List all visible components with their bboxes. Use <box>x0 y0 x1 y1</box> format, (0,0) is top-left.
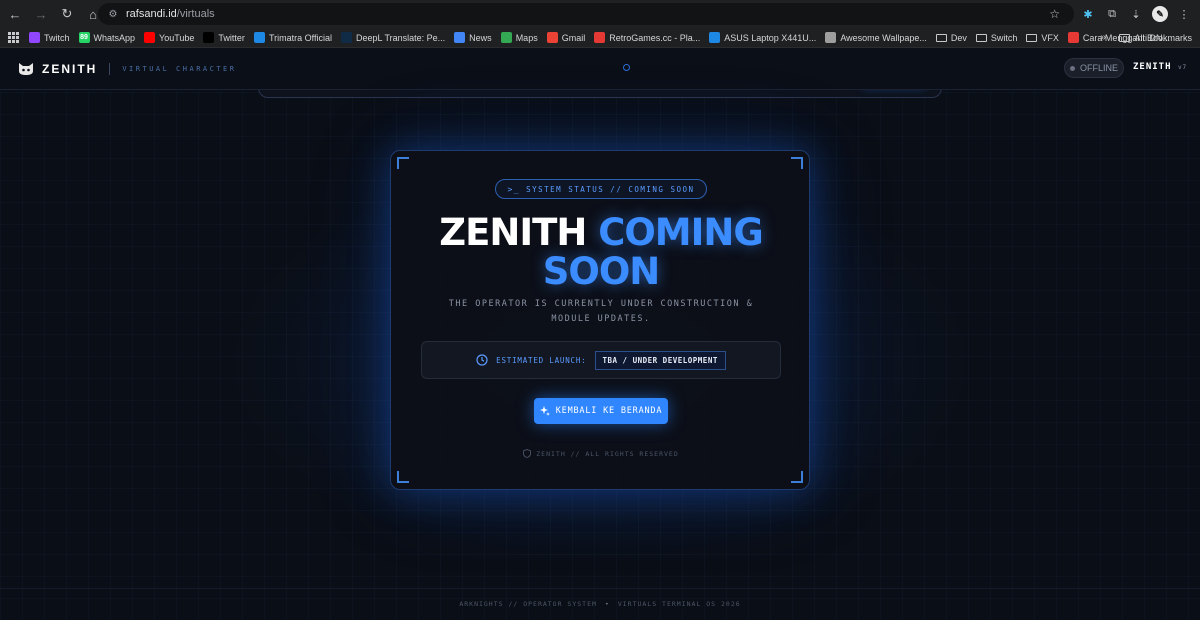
center-indicator-icon <box>623 64 630 71</box>
bookmark-item[interactable]: Dev <box>935 33 967 43</box>
back-arrow-icon[interactable]: ← <box>4 3 26 25</box>
page-footer: ARKNIGHTS // OPERATOR SYSTEM • VIRTUALS TE… <box>459 600 741 608</box>
terminal-prompt-icon: >_ <box>507 184 521 194</box>
adobe-icon <box>1067 32 1079 43</box>
news-icon <box>454 32 466 43</box>
site-info-icon[interactable]: ⚙ <box>106 7 120 21</box>
brand-name[interactable]: ZENITH <box>42 62 97 76</box>
bookmark-item[interactable]: Twitch <box>29 32 70 43</box>
extension-icon[interactable]: ✱ <box>1080 6 1096 22</box>
back-home-button[interactable]: KEMBALI KE BERANDA <box>534 398 668 424</box>
globe-icon <box>253 32 265 43</box>
sparkle-icon <box>539 406 550 416</box>
deepl-icon <box>340 32 352 43</box>
clock-icon <box>476 354 488 366</box>
browser-toolbar: ← → ↻ ⌂ ⚙ rafsandi.id/virtuals ☆ ✱ ⧉ ⇣ ✎… <box>0 0 1200 28</box>
folder-icon <box>1119 33 1131 42</box>
brand-divider <box>109 62 111 75</box>
url-text[interactable]: rafsandi.id/virtuals <box>126 8 215 20</box>
bookmark-item[interactable]: RetroGames.cc - Pla... <box>594 32 700 43</box>
reload-icon[interactable]: ↻ <box>56 3 78 25</box>
wallpaper-icon <box>825 32 837 43</box>
page-description: THE OPERATOR IS CURRENTLY UNDER CONSTRUC… <box>448 299 754 324</box>
folder-icon <box>1026 33 1038 42</box>
launch-info: ESTIMATED LAUNCH: TBA / UNDER DEVELOPMEN… <box>421 341 781 379</box>
extensions-puzzle-icon[interactable]: ⧉ <box>1104 6 1120 22</box>
retrogames-icon <box>594 32 606 43</box>
folder-icon <box>975 33 987 42</box>
bookmark-item[interactable]: Gmail <box>546 32 585 43</box>
system-status-pill: >_ SYSTEM STATUS // COMING SOON <box>495 179 707 199</box>
downloads-icon[interactable]: ⇣ <box>1128 6 1144 22</box>
corner-bracket <box>791 471 803 483</box>
whatsapp-icon: 89 <box>78 32 90 43</box>
bookmark-item[interactable]: VFX <box>1026 33 1059 43</box>
launch-label: ESTIMATED LAUNCH: <box>496 355 587 365</box>
more-bookmarks-icon[interactable]: » <box>1100 32 1106 43</box>
address-bar[interactable]: ⚙ rafsandi.id/virtuals ☆ <box>98 3 1074 25</box>
maps-icon <box>500 32 512 43</box>
apps-grid-icon[interactable] <box>8 32 19 43</box>
gmail-icon <box>546 32 558 43</box>
profile-avatar[interactable]: ✎ <box>1152 6 1168 22</box>
page-title: ZENITH COMING SOON <box>439 211 763 293</box>
youtube-icon <box>144 32 156 43</box>
bookmark-item[interactable]: Trimatra Official <box>253 32 332 43</box>
footer-divider <box>0 588 1200 589</box>
twitch-icon <box>29 32 40 43</box>
menu-kebab-icon[interactable]: ⋮ <box>1176 6 1192 22</box>
bookmark-item[interactable]: Twitter <box>203 32 245 43</box>
brand-subtitle: VIRTUAL CHARACTER <box>122 64 237 73</box>
site-header: ZENITH VIRTUAL CHARACTER OFFLINE ZENITH … <box>0 48 1200 90</box>
bookmark-item[interactable]: DeepL Translate: Pe... <box>340 32 445 43</box>
bookmark-item[interactable]: 89 WhatsApp <box>78 32 135 43</box>
coming-soon-card: >_ SYSTEM STATUS // COMING SOON ZENITH C… <box>390 150 810 490</box>
corner-bracket <box>791 157 803 169</box>
asus-icon <box>709 32 721 43</box>
corner-bracket <box>397 471 409 483</box>
status-dot-icon <box>1069 65 1075 71</box>
bookmark-item[interactable]: Switch <box>975 33 1017 43</box>
page-body: ZENITH VIRTUAL CHARACTER OFFLINE ZENITH … <box>0 48 1200 620</box>
bookmark-star-icon[interactable]: ☆ <box>1049 7 1060 21</box>
status-badge: OFFLINE <box>1064 58 1124 78</box>
card-footer: ZENITH // ALL RIGHTS RESERVED <box>391 449 811 458</box>
bookmark-item[interactable]: YouTube <box>144 32 194 43</box>
corner-bracket <box>397 157 409 169</box>
bookmark-item[interactable]: News <box>454 32 492 43</box>
forward-arrow-icon[interactable]: → <box>30 3 52 25</box>
user-tag[interactable]: ZENITH v7 <box>1133 62 1187 72</box>
x-icon <box>203 32 215 43</box>
launch-value: TBA / UNDER DEVELOPMENT <box>594 350 726 370</box>
all-bookmarks-button[interactable]: All Bookmarks <box>1119 33 1192 43</box>
bookmark-item[interactable]: Awesome Wallpape... <box>825 32 927 43</box>
folder-icon <box>935 33 947 42</box>
bookmark-item[interactable]: ASUS Laptop X441U... <box>709 32 816 43</box>
bookmarks-bar: Twitch 89 WhatsApp YouTube Twitter Trimatra O… <box>0 28 1200 48</box>
bullet-separator: • <box>604 600 610 608</box>
cat-logo-icon <box>18 62 34 76</box>
shield-icon <box>523 449 532 458</box>
bookmark-item[interactable]: Maps <box>500 32 538 43</box>
